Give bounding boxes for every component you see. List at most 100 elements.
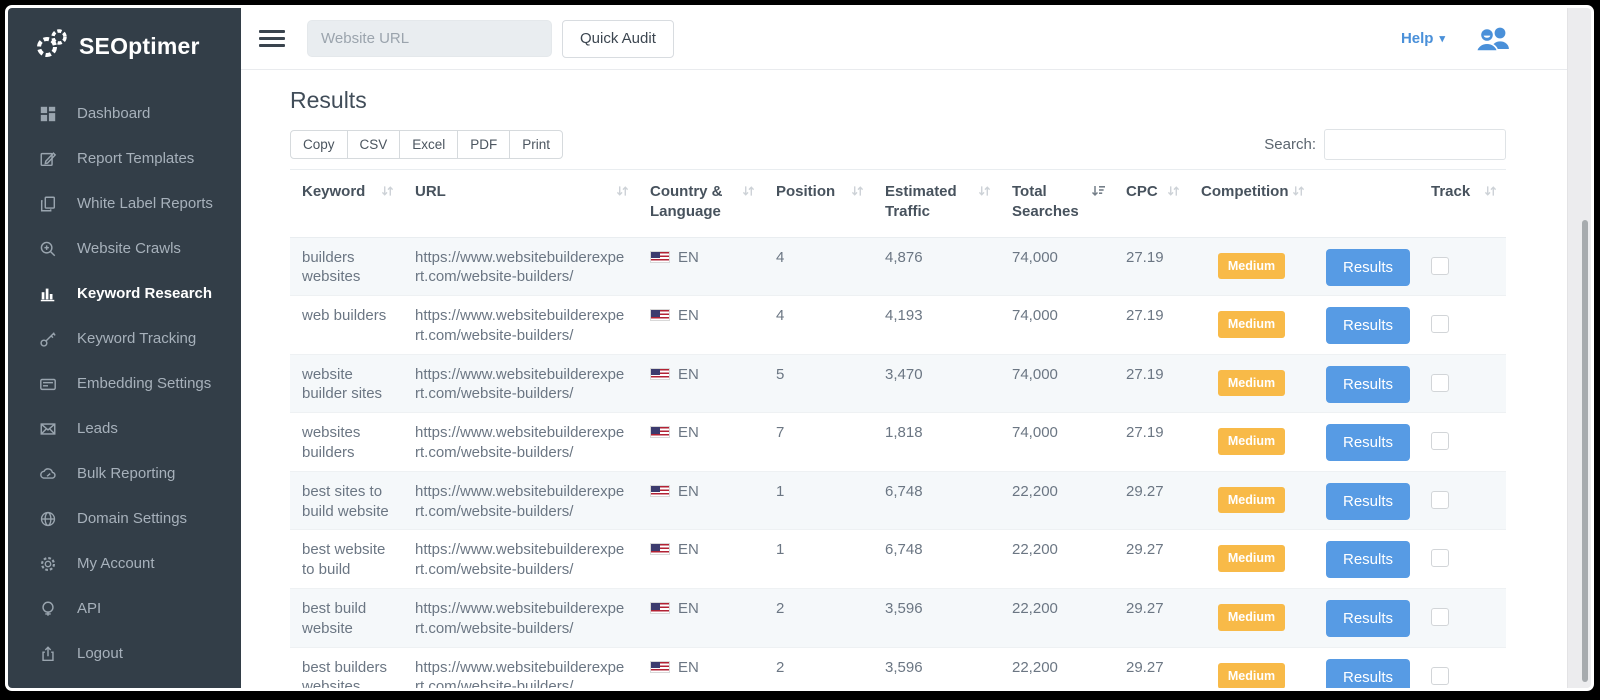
sidebar-item-api[interactable]: API xyxy=(8,586,241,631)
website-url-input[interactable] xyxy=(307,20,552,57)
cpc-cell: 27.19 xyxy=(1126,366,1164,383)
keyword-cell: builders websites xyxy=(302,249,360,286)
sort-icon[interactable] xyxy=(742,183,755,203)
sort-icon[interactable] xyxy=(381,183,394,203)
pdf-export-button[interactable]: PDF xyxy=(457,130,510,159)
results-button[interactable]: Results xyxy=(1326,541,1410,578)
cpc-cell: 27.19 xyxy=(1126,307,1164,324)
csv-export-button[interactable]: CSV xyxy=(347,130,401,159)
seoptimer-logo-icon xyxy=(35,28,69,65)
brand-logo[interactable]: SEOptimer xyxy=(8,8,241,83)
bulk-reporting-icon xyxy=(38,465,58,483)
copy-export-button[interactable]: Copy xyxy=(290,130,348,159)
sidebar-item-label: Bulk Reporting xyxy=(77,465,175,482)
sidebar-item-leads[interactable]: Leads xyxy=(8,406,241,451)
sidebar-item-domain-settings[interactable]: Domain Settings xyxy=(8,496,241,541)
print-export-button[interactable]: Print xyxy=(509,130,563,159)
search-input[interactable] xyxy=(1324,129,1506,160)
column-header-actions[interactable] xyxy=(1314,170,1419,238)
sort-icon[interactable] xyxy=(1292,183,1305,203)
logout-icon xyxy=(38,645,58,663)
report-templates-icon xyxy=(38,150,58,168)
track-checkbox[interactable] xyxy=(1431,432,1449,450)
sidebar-item-report-templates[interactable]: Report Templates xyxy=(8,136,241,181)
scrollbar-thumb[interactable] xyxy=(1582,220,1588,682)
track-checkbox[interactable] xyxy=(1431,315,1449,333)
sidebar-item-dashboard[interactable]: Dashboard xyxy=(8,91,241,136)
results-button[interactable]: Results xyxy=(1326,424,1410,461)
language-cell: EN xyxy=(678,424,699,441)
page-title: Results xyxy=(290,87,1591,114)
us-flag-icon xyxy=(650,368,670,380)
sidebar-item-keyword-research[interactable]: Keyword Research xyxy=(8,271,241,316)
column-header-track[interactable]: Track xyxy=(1419,170,1506,238)
column-header-position[interactable]: Position xyxy=(764,170,873,238)
vertical-scrollbar[interactable] xyxy=(1567,8,1591,688)
position-cell: 1 xyxy=(776,541,784,558)
menu-toggle-icon[interactable] xyxy=(259,26,285,51)
sidebar-item-label: Website Crawls xyxy=(77,240,181,257)
embedding-icon xyxy=(38,375,58,393)
column-header-url[interactable]: URL xyxy=(403,170,638,238)
searches-cell: 74,000 xyxy=(1012,366,1058,383)
column-header-cpc[interactable]: CPC xyxy=(1114,170,1189,238)
column-header-country-language[interactable]: Country & Language xyxy=(638,170,764,238)
results-button[interactable]: Results xyxy=(1326,659,1410,691)
track-checkbox[interactable] xyxy=(1431,257,1449,275)
quick-audit-button[interactable]: Quick Audit xyxy=(562,20,674,58)
language-cell: EN xyxy=(678,541,699,558)
results-button[interactable]: Results xyxy=(1326,249,1410,286)
help-dropdown[interactable]: Help ▾ xyxy=(1401,30,1445,47)
results-button[interactable]: Results xyxy=(1326,600,1410,637)
column-header-keyword[interactable]: Keyword xyxy=(290,170,403,238)
traffic-cell: 4,876 xyxy=(885,249,923,266)
sidebar-menu: Dashboard Report Templates White Label R… xyxy=(8,91,241,676)
us-flag-icon xyxy=(650,426,670,438)
results-button[interactable]: Results xyxy=(1326,307,1410,344)
table-row: best sites to build website https://www.… xyxy=(290,471,1506,530)
results-button[interactable]: Results xyxy=(1326,483,1410,520)
my-account-icon xyxy=(38,555,58,573)
searches-cell: 22,200 xyxy=(1012,541,1058,558)
column-header-competition[interactable]: Competition xyxy=(1189,170,1314,238)
sidebar-item-bulk-reporting[interactable]: Bulk Reporting xyxy=(8,451,241,496)
track-checkbox[interactable] xyxy=(1431,667,1449,685)
search-label: Search: xyxy=(1264,136,1316,153)
results-button[interactable]: Results xyxy=(1326,366,1410,403)
excel-export-button[interactable]: Excel xyxy=(399,130,458,159)
sort-icon[interactable] xyxy=(1167,183,1180,203)
sidebar-item-label: Domain Settings xyxy=(77,510,187,527)
cpc-cell: 27.19 xyxy=(1126,424,1164,441)
brand-name: SEOptimer xyxy=(79,33,200,60)
track-checkbox[interactable] xyxy=(1431,549,1449,567)
language-cell: EN xyxy=(678,600,699,617)
column-header-estimated-traffic[interactable]: Estimated Traffic xyxy=(873,170,1000,238)
position-cell: 7 xyxy=(776,424,784,441)
sidebar-item-white-label-reports[interactable]: White Label Reports xyxy=(8,181,241,226)
sort-icon[interactable] xyxy=(978,183,991,203)
sort-icon[interactable] xyxy=(616,183,629,203)
sidebar-item-label: White Label Reports xyxy=(77,195,213,212)
sidebar-item-label: Embedding Settings xyxy=(77,375,211,392)
sidebar-item-my-account[interactable]: My Account xyxy=(8,541,241,586)
competition-badge: Medium xyxy=(1218,370,1285,397)
track-checkbox[interactable] xyxy=(1431,491,1449,509)
sort-icon[interactable] xyxy=(1484,183,1497,203)
dashboard-icon xyxy=(38,105,58,123)
track-checkbox[interactable] xyxy=(1431,608,1449,626)
sidebar-item-embedding-settings[interactable]: Embedding Settings xyxy=(8,361,241,406)
sort-icon[interactable] xyxy=(1091,183,1105,203)
position-cell: 1 xyxy=(776,483,784,500)
track-checkbox[interactable] xyxy=(1431,374,1449,392)
sidebar-item-label: Dashboard xyxy=(77,105,150,122)
sidebar-item-label: API xyxy=(77,600,101,617)
sidebar-item-website-crawls[interactable]: Website Crawls xyxy=(8,226,241,271)
sidebar-item-keyword-tracking[interactable]: Keyword Tracking xyxy=(8,316,241,361)
us-flag-icon xyxy=(650,309,670,321)
sidebar-item-label: Report Templates xyxy=(77,150,194,167)
account-users-icon[interactable] xyxy=(1475,25,1511,53)
column-header-total-searches[interactable]: Total Searches xyxy=(1000,170,1114,238)
sort-icon[interactable] xyxy=(851,183,864,203)
sidebar-item-logout[interactable]: Logout xyxy=(8,631,241,676)
traffic-cell: 6,748 xyxy=(885,541,923,558)
